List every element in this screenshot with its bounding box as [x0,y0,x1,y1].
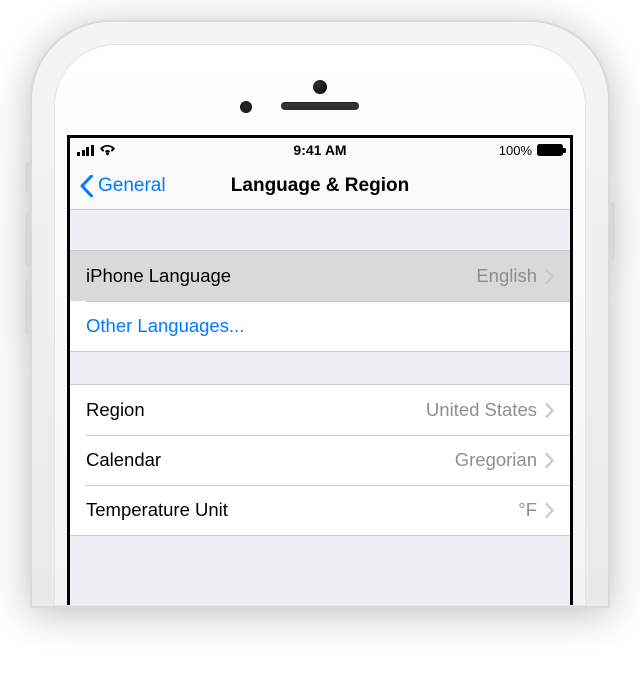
front-camera [313,80,327,94]
phone-mockup: 9:41 AM 100% General Language & [30,20,610,608]
page-title: Language & Region [231,175,409,197]
chevron-right-icon [545,269,554,284]
status-time: 9:41 AM [293,142,346,158]
row-label: Temperature Unit [86,499,228,521]
chevron-right-icon [545,403,554,418]
region-group: Region United States Calendar Gregorian … [70,384,570,536]
volume-up-button [25,212,30,267]
mute-switch [25,162,30,192]
wifi-icon [99,144,116,156]
power-button [610,202,615,260]
row-value: United States [426,399,545,421]
chevron-right-icon [545,503,554,518]
row-label: Calendar [86,449,161,471]
battery-percentage: 100% [499,143,532,158]
cellular-signal-icon [77,145,94,156]
row-label: iPhone Language [86,265,231,287]
row-label: Region [86,399,145,421]
navigation-bar: General Language & Region [70,162,570,210]
proximity-sensor [240,101,252,113]
status-bar: 9:41 AM 100% [70,138,570,162]
language-group: iPhone Language English Other Languages.… [70,250,570,352]
screen: 9:41 AM 100% General Language & [67,135,573,605]
row-label: Other Languages... [86,315,244,337]
other-languages-row[interactable]: Other Languages... [70,301,570,351]
calendar-row[interactable]: Calendar Gregorian [70,435,570,485]
iphone-language-row[interactable]: iPhone Language English [70,251,570,301]
row-value: Gregorian [455,449,545,471]
region-row[interactable]: Region United States [70,385,570,435]
chevron-right-icon [545,453,554,468]
back-label: General [98,175,166,197]
chevron-left-icon [80,175,93,197]
battery-icon [537,144,563,156]
row-value: °F [518,499,545,521]
volume-down-button [25,280,30,335]
row-value: English [476,265,545,287]
temperature-unit-row[interactable]: Temperature Unit °F [70,485,570,535]
earpiece-speaker [281,102,359,110]
back-button[interactable]: General [80,175,166,197]
